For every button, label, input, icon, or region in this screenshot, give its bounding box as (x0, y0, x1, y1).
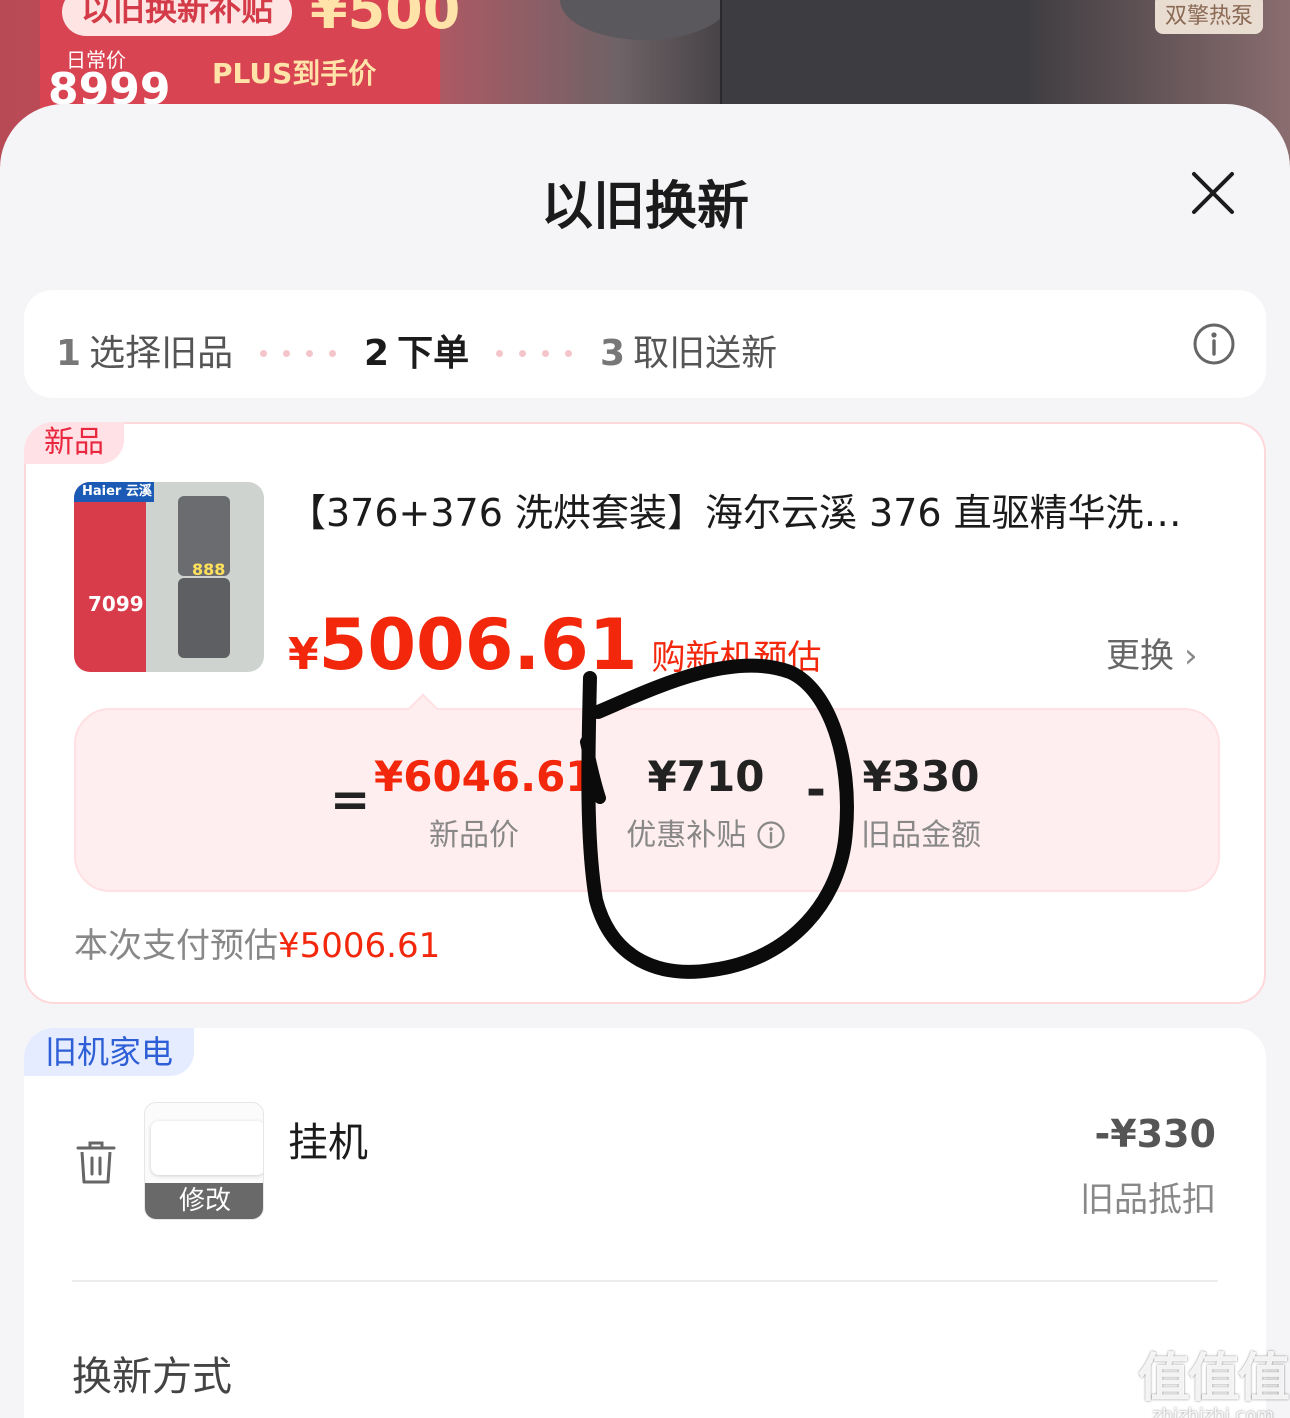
price-amount: 5006.61 (318, 604, 638, 686)
info-icon (757, 821, 785, 849)
thumb-brand: Haier 云溪 (74, 482, 154, 502)
close-icon (1192, 172, 1234, 214)
deduct-label: 旧品抵扣 (1080, 1180, 1216, 1220)
step-number: 2 (364, 333, 390, 374)
close-button[interactable] (1186, 166, 1240, 220)
divider (72, 1280, 1218, 1282)
step-connector (260, 342, 352, 357)
equals-sign: = (330, 772, 371, 828)
background-tag: 双擎热泵 (1155, 0, 1264, 34)
payment-estimate: 本次支付预估¥5006.61 (74, 918, 440, 967)
thumb-brand2-text: 云溪 (125, 484, 152, 499)
subsidy-label: 优惠补贴 (626, 818, 747, 853)
old-appliance-card: 旧机家电 修改 挂机 -¥330 旧品抵扣 换新方式 (24, 1028, 1266, 1418)
price-label: 购新机预估 (651, 638, 822, 678)
price-breakdown: = ¥6046.61 新品价 ¥710 优惠补贴 - ¥330 旧品金额 (74, 693, 1220, 892)
step-label: 下单 (397, 333, 470, 374)
thumb-brand-text: Haier (82, 484, 122, 499)
air-conditioner-image (151, 1121, 263, 1175)
step-pickup-deliver: 3 取旧送新 (600, 324, 777, 376)
step-label: 取旧送新 (633, 333, 778, 374)
watermark-url: zhizhizhi.com (1152, 1405, 1274, 1418)
new-product-thumbnail[interactable]: Haier 云溪 7099 888 (74, 482, 264, 672)
watermark-logo: 值值值 (1138, 1349, 1290, 1409)
plus-price-label: PLUS到手价 (212, 57, 377, 90)
minus-sign: - (806, 762, 826, 818)
old-amount-value: ¥330 (862, 752, 980, 801)
payment-amount: ¥5006.61 (278, 926, 441, 966)
step-order: 2 下单 (364, 324, 469, 376)
edit-button[interactable]: 修改 (145, 1183, 263, 1219)
step-number: 3 (600, 333, 626, 374)
trade-in-subsidy-text: 以旧换新补贴 (62, 0, 292, 36)
thumb-price: 7099 (88, 592, 144, 616)
watermark: 值值值 zhizhizhi.com (1138, 1336, 1290, 1418)
background-machine-image (720, 0, 1030, 110)
dryer-image (178, 578, 230, 658)
step-connector (496, 342, 588, 357)
info-icon (1193, 323, 1235, 365)
new-product-badge: 新品 (24, 422, 124, 464)
trade-in-method-label[interactable]: 换新方式 (72, 1344, 232, 1402)
thumb-promo: 888 (192, 560, 226, 579)
trade-in-sheet: 以旧换新 1 选择旧品 2 下单 3 取旧送新 新品 Haier 云溪 7099… (0, 104, 1290, 1418)
payment-label: 本次支付预估 (74, 926, 278, 966)
step-number: 1 (56, 333, 82, 374)
info-button[interactable] (1192, 322, 1236, 366)
trash-icon (76, 1141, 116, 1184)
price-currency: ¥ (288, 629, 319, 680)
change-product-button[interactable]: 更换 › (1106, 628, 1198, 677)
breakdown-pointer (407, 693, 439, 725)
old-appliance-thumbnail[interactable]: 修改 (144, 1102, 264, 1220)
subsidy-value: ¥710 (647, 752, 765, 801)
background-circle (560, 0, 730, 40)
step-label: 选择旧品 (89, 333, 234, 374)
chevron-right-icon: › (1184, 636, 1198, 676)
new-price-value: ¥6046.61 (374, 752, 595, 801)
new-product-price: ¥5006.61 购新机预估 (288, 604, 821, 686)
deduct-amount: -¥330 (1094, 1112, 1216, 1156)
old-appliance-badge: 旧机家电 (24, 1028, 194, 1076)
step-select-old: 1 选择旧品 (56, 324, 233, 376)
old-amount-label: 旧品金额 (861, 818, 981, 853)
new-price-label: 新品价 (429, 818, 519, 853)
new-product-title[interactable]: 【376+376 洗烘套装】海尔云溪 376 直驱精华洗… (288, 482, 1218, 537)
progress-steps: 1 选择旧品 2 下单 3 取旧送新 (24, 290, 1266, 398)
delete-button[interactable] (74, 1138, 118, 1186)
change-label: 更换 (1106, 636, 1174, 676)
sheet-title: 以旧换新 (540, 177, 749, 237)
subsidy-amount-text: ¥500 (310, 0, 461, 41)
old-appliance-name: 挂机 (288, 1120, 368, 1166)
subsidy-label-group[interactable]: 优惠补贴 (606, 810, 806, 854)
new-product-card: 新品 Haier 云溪 7099 888 【376+376 洗烘套装】海尔云溪 … (24, 422, 1266, 1004)
